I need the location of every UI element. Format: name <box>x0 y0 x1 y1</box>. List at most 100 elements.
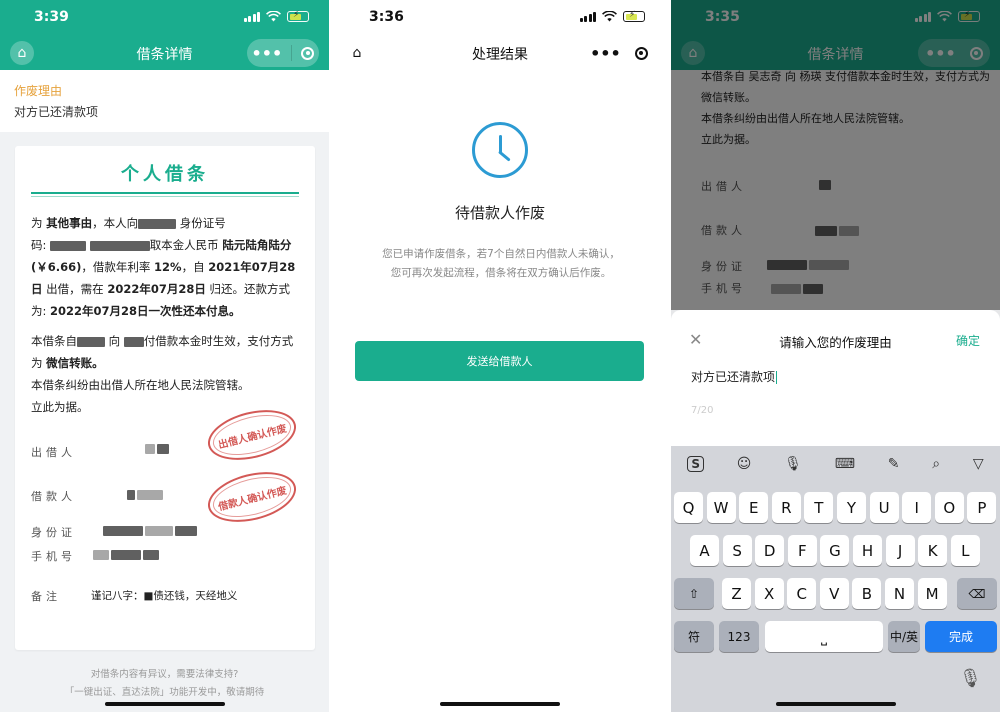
void-reason-section: 作废理由 对方已还清款项 <box>0 70 329 132</box>
key-z[interactable]: Z <box>722 578 751 609</box>
status-bar: 3:36 ⚡ <box>335 0 665 36</box>
key-c[interactable]: C <box>787 578 817 609</box>
more-icon[interactable]: ••• <box>590 44 621 63</box>
void-reason-input[interactable]: 对方已还清款项 <box>691 368 778 385</box>
backspace-key[interactable]: ⌫ <box>957 578 997 609</box>
symbol-key[interactable]: 符 <box>674 621 714 652</box>
title-rule <box>31 192 299 194</box>
mini-program-capsule: ••• <box>583 39 655 67</box>
status-time: 3:39 <box>34 9 69 25</box>
key-e[interactable]: E <box>739 492 769 523</box>
signal-icon <box>579 11 596 22</box>
key-w[interactable]: W <box>706 492 736 523</box>
language-switch-key[interactable]: 中/英 <box>888 621 920 652</box>
remark-value: 谨记八字：■债还钱，天经地义 <box>91 590 238 602</box>
key-l[interactable]: L <box>950 535 980 566</box>
key-o[interactable]: O <box>934 492 964 523</box>
redacted-name <box>123 336 144 347</box>
emoji-icon[interactable]: ☺ <box>737 456 752 472</box>
home-indicator <box>775 702 896 706</box>
key-k[interactable]: K <box>918 535 948 566</box>
close-mini-program-icon[interactable] <box>634 46 648 60</box>
more-icon[interactable]: ••• <box>252 44 283 63</box>
battery-icon: ⚡ <box>287 10 309 22</box>
title-rule-thin <box>31 196 299 197</box>
done-key[interactable]: 完成 <box>925 621 997 652</box>
iou-paragraph-1: 为 其他事由，本人向 身份证号 码: 取本金人民币 陆元陆角陆分(￥6.66)，… <box>31 216 296 318</box>
handwriting-icon[interactable]: ✎ <box>888 456 900 472</box>
shift-key[interactable]: ⇧ <box>674 578 714 609</box>
id-card-label: 身份证 <box>31 526 76 539</box>
void-reason-sheet: ✕ 请输入您的作废理由 确定 对方已还清款项 7/20 S ☺ 🎙︎ ⌨ ✎ ⌕… <box>671 310 1000 712</box>
panel-void-reason-input: 本借条自 吴志奇 向 杨瑛 支付借款本金时生效，支付方式为 微信转账。 本借条纠… <box>671 0 1000 712</box>
key-u[interactable]: U <box>869 492 899 523</box>
footer-coming-soon: 「一键出证、直达法院」功能开发中，敬请期待 <box>64 687 265 698</box>
key-d[interactable]: D <box>755 535 785 566</box>
numbers-key[interactable]: 123 <box>719 621 759 652</box>
key-b[interactable]: B <box>852 578 882 609</box>
clock-icon <box>472 122 528 178</box>
key-g[interactable]: G <box>820 535 850 566</box>
home-indicator <box>440 702 560 706</box>
redacted-id <box>50 240 87 251</box>
ime-toolbar: S ☺ 🎙︎ ⌨ ✎ ⌕ ▽ <box>671 446 1000 482</box>
key-h[interactable]: H <box>853 535 882 566</box>
key-t[interactable]: T <box>804 492 834 523</box>
phone-value <box>93 550 159 560</box>
key-p[interactable]: P <box>967 492 997 523</box>
key-m[interactable]: M <box>917 578 947 609</box>
nav-bar: ⌂ 处理结果 ••• <box>335 36 665 70</box>
home-indicator <box>104 702 225 706</box>
key-n[interactable]: N <box>885 578 914 609</box>
remark-label: 备注 <box>31 590 61 603</box>
dictation-microphone-icon[interactable]: 🎙︎ <box>959 668 982 689</box>
signal-icon <box>243 11 260 22</box>
modal-overlay[interactable] <box>671 0 1000 310</box>
keyboard-icon[interactable]: ⌨ <box>835 456 855 472</box>
key-x[interactable]: X <box>754 578 784 609</box>
id-card-value <box>103 526 197 536</box>
status-bar: 3:39 ⚡ <box>0 0 329 36</box>
key-y[interactable]: Y <box>837 492 866 523</box>
status-time: 3:36 <box>369 9 404 25</box>
search-icon[interactable]: ⌕ <box>932 456 940 472</box>
key-s[interactable]: S <box>722 535 752 566</box>
key-f[interactable]: F <box>787 535 817 566</box>
wifi-icon <box>602 11 617 22</box>
mini-program-capsule: ••• <box>247 39 319 67</box>
panel-iou-detail: 3:39 ⚡ ⌂ 借条详情 ••• 作废理由 对方已还清款项 个人借条 为 其他… <box>0 0 329 712</box>
key-a[interactable]: A <box>690 535 719 566</box>
iou-card: 个人借条 为 其他事由，本人向 身份证号 码: 取本金人民币 陆元陆角陆分(￥6… <box>15 146 315 650</box>
key-v[interactable]: V <box>819 578 849 609</box>
pending-status-text: 待借款人作废 <box>454 204 545 222</box>
microphone-icon[interactable]: 🎙︎ <box>784 456 802 472</box>
redacted-name <box>138 218 177 229</box>
phone-label: 手机号 <box>31 550 76 563</box>
close-mini-program-icon[interactable] <box>301 46 315 60</box>
wifi-icon <box>266 11 281 22</box>
lender-label: 出借人 <box>31 446 76 459</box>
collapse-keyboard-icon[interactable]: ▽ <box>973 456 984 472</box>
panel-process-result: 3:36 ⚡ ⌂ 处理结果 ••• 待借款人作废 您已申请作废借条，若7个自然日… <box>335 0 665 712</box>
borrower-value <box>127 490 163 500</box>
redacted-name <box>77 336 105 347</box>
sheet-title: 请输入您的作废理由 <box>779 335 892 350</box>
sogou-logo-icon[interactable]: S <box>687 456 705 472</box>
key-r[interactable]: R <box>771 492 801 523</box>
borrower-label: 借款人 <box>31 490 76 503</box>
redacted-id <box>89 240 150 251</box>
space-key[interactable]: ⎵ <box>765 621 883 652</box>
confirm-button[interactable]: 确定 <box>956 332 980 349</box>
keyboard: Q W E R T Y U I O P A S D F G H J K L ⇧ Z X C V B N M ⌫ 符 123 ⎵ 中/英 完成 🎙︎ <box>671 482 1000 712</box>
key-q[interactable]: Q <box>674 492 703 523</box>
void-reason-label: 作废理由 <box>14 84 63 98</box>
key-j[interactable]: J <box>885 535 915 566</box>
stamp-borrower-void: 借款人确认作废 <box>202 463 302 531</box>
battery-icon: ⚡ <box>623 10 645 22</box>
send-to-borrower-button[interactable]: 发送给借款人 <box>355 341 644 381</box>
card-title: 个人借条 <box>121 164 209 185</box>
key-i[interactable]: I <box>902 492 932 523</box>
footer-question: 对借条内容有异议，需要法律支持? <box>90 669 239 680</box>
char-counter: 7/20 <box>691 405 714 416</box>
nav-bar: ⌂ 借条详情 ••• <box>0 36 329 70</box>
